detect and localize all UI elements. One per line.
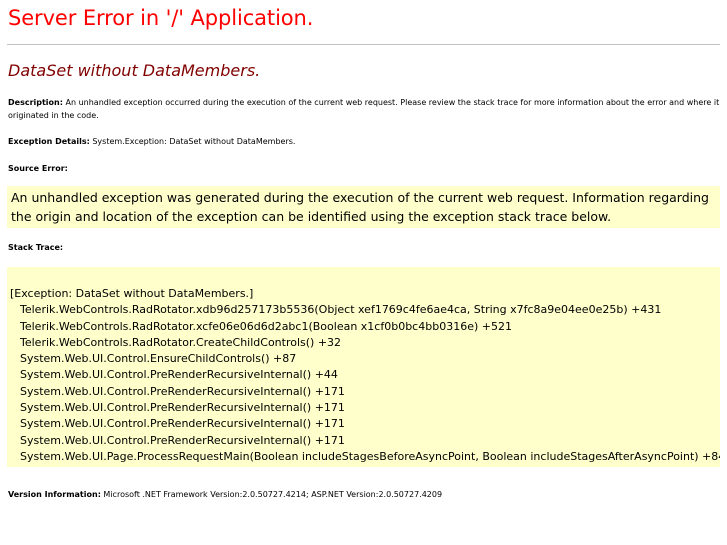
description-section: Description: An unhandled exception occu… (8, 96, 720, 122)
description-text: An unhandled exception occurred during t… (8, 98, 720, 120)
source-error-text: An unhandled exception was generated dur… (11, 190, 709, 224)
stack-trace-line: System.Web.UI.Control.EnsureChildControl… (20, 352, 297, 366)
exception-details-text: System.Exception: DataSet without DataMe… (89, 137, 296, 146)
error-page: Server Error in '/' Application. DataSet… (0, 0, 727, 545)
exception-details-section: Exception Details: System.Exception: Dat… (8, 135, 295, 148)
stack-trace-line: Telerik.WebControls.RadRotator.xdb96d257… (20, 303, 662, 317)
stack-trace-line: Telerik.WebControls.RadRotator.xcfe06e06… (20, 319, 512, 333)
description-label: Description: (8, 98, 63, 107)
version-information-section: Version Information: Microsoft .NET Fram… (8, 488, 442, 501)
page-title: Server Error in '/' Application. (8, 6, 314, 30)
stack-trace-header: [Exception: DataSet without DataMembers.… (10, 287, 254, 300)
stack-trace-line: System.Web.UI.Control.PreRenderRecursive… (20, 433, 345, 447)
version-information-label: Version Information: (8, 490, 101, 499)
stack-trace-line: System.Web.UI.Control.PreRenderRecursive… (20, 368, 338, 382)
stack-trace-label: Stack Trace: (8, 243, 64, 252)
title-divider (7, 44, 720, 45)
source-error-label: Source Error: (8, 164, 68, 173)
source-error-box: An unhandled exception was generated dur… (7, 186, 720, 228)
version-information-text: Microsoft .NET Framework Version:2.0.507… (100, 490, 443, 499)
exception-details-label: Exception Details: (8, 137, 90, 146)
stack-trace-section: Stack Trace: (8, 241, 63, 254)
stack-trace-line: Telerik.WebControls.RadRotator.CreateChi… (20, 335, 342, 349)
stack-trace-box: [Exception: DataSet without DataMembers.… (7, 267, 720, 467)
stack-trace-line: System.Web.UI.Control.PreRenderRecursive… (20, 384, 345, 398)
source-error-section: Source Error: (8, 162, 68, 175)
stack-trace-line: System.Web.UI.Control.PreRenderRecursive… (20, 401, 345, 415)
stack-trace-line: System.Web.UI.Page.ProcessRequestMain(Bo… (20, 449, 720, 463)
error-heading: DataSet without DataMembers. (8, 61, 261, 80)
stack-trace-line: System.Web.UI.Control.PreRenderRecursive… (20, 417, 345, 431)
